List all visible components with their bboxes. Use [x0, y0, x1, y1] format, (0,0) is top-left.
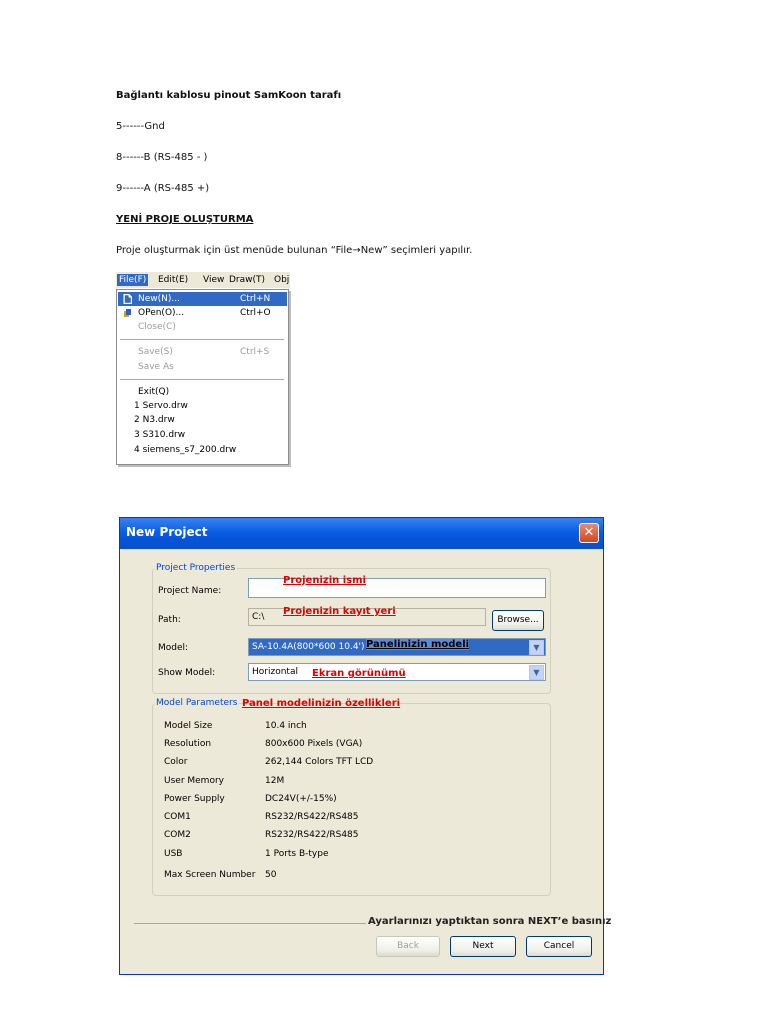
- instruction-text: Proje oluşturmak için üst menüde bulunan…: [116, 245, 473, 256]
- param-value: 50: [265, 870, 277, 880]
- pin-line: 8------B (RS-485 - ): [116, 152, 208, 163]
- annotation-path: Projenizin kayıt yeri: [283, 606, 396, 617]
- project-name-label: Project Name:: [158, 586, 222, 596]
- doc-heading: Bağlantı kablosu pinout SamKoon tarafı: [116, 90, 342, 101]
- menu-draw[interactable]: Draw(T): [229, 274, 265, 286]
- param-label: Color: [164, 757, 188, 767]
- menu-item-recent[interactable]: 4 siemens_s7_200.drw: [118, 443, 287, 457]
- menu-view[interactable]: View: [203, 274, 224, 286]
- browse-button[interactable]: Browse...: [492, 610, 544, 631]
- menu-item-recent[interactable]: 2 N3.drw: [118, 413, 287, 427]
- chevron-down-icon[interactable]: ▼: [529, 640, 544, 655]
- menu-item-recent[interactable]: 1 Servo.drw: [118, 399, 287, 413]
- param-label: Model Size: [164, 721, 213, 731]
- param-value: RS232/RS422/RS485: [265, 830, 359, 840]
- next-button[interactable]: Next: [450, 936, 516, 957]
- new-file-icon: [123, 294, 132, 304]
- show-model-value: Horizontal: [252, 667, 298, 677]
- param-label: COM1: [164, 812, 191, 822]
- param-value: 12M: [265, 776, 285, 786]
- file-menu-screenshot: File(F) Edit(E) View Draw(T) Obj New(N).…: [116, 272, 290, 465]
- param-value: 800x600 Pixels (VGA): [265, 739, 363, 749]
- param-label: Resolution: [164, 739, 212, 749]
- show-model-label: Show Model:: [158, 668, 216, 678]
- menu-obj[interactable]: Obj: [274, 274, 289, 286]
- open-folder-icon: [124, 309, 131, 317]
- param-value: 1 Ports B-type: [265, 849, 329, 859]
- divider: [134, 923, 366, 924]
- menu-item-open[interactable]: OPen(O)... Ctrl+O: [118, 306, 287, 320]
- param-value: DC24V(+/-15%): [265, 794, 337, 804]
- back-button: Back: [376, 936, 440, 957]
- menu-item-close: Close(C): [138, 322, 176, 332]
- menu-item-save: Save(S) Ctrl+S: [138, 347, 270, 357]
- file-dropdown: New(N)... Ctrl+N OPen(O)... Ctrl+O Close…: [116, 289, 289, 465]
- section-title: YENİ PROJE OLUŞTURMA: [116, 214, 254, 225]
- annotation-show-model: Ekran görünümü: [312, 668, 406, 679]
- menu-bar: File(F) Edit(E) View Draw(T) Obj: [116, 272, 290, 288]
- menu-item-exit[interactable]: Exit(Q): [118, 385, 287, 399]
- model-select-value: SA-10.4A(800*600 10.4'): [252, 642, 365, 652]
- param-label: COM2: [164, 830, 191, 840]
- close-icon[interactable]: ✕: [579, 523, 599, 543]
- param-value: 262,144 Colors TFT LCD: [265, 757, 374, 767]
- menu-edit[interactable]: Edit(E): [158, 274, 188, 286]
- param-label: Max Screen Number: [164, 870, 256, 880]
- param-label: User Memory: [164, 776, 224, 786]
- chevron-down-icon[interactable]: ▼: [529, 665, 544, 680]
- group-title: Project Properties: [154, 563, 238, 573]
- annotation-next-hint: Ayarlarınızı yaptıktan sonra NEXT’e bası…: [368, 916, 612, 927]
- new-project-dialog: New Project ✕ Project Properties Project…: [119, 517, 611, 975]
- group-title: Model Parameters: [154, 698, 240, 708]
- dialog-title: New Project: [126, 525, 208, 539]
- annotation-project-name: Projenizin ismi: [283, 575, 366, 586]
- param-label: Power Supply: [164, 794, 225, 804]
- model-label: Model:: [158, 643, 189, 653]
- annotation-parameters: Panel modelinizin özellikleri: [242, 698, 401, 709]
- dialog-titlebar: New Project ✕: [120, 518, 603, 549]
- menu-file[interactable]: File(F): [117, 274, 149, 286]
- menu-item-recent[interactable]: 3 S310.drw: [118, 428, 287, 442]
- menu-item-new[interactable]: New(N)... Ctrl+N: [118, 292, 287, 306]
- annotation-model: Panelinizin modeli: [366, 639, 470, 650]
- param-value: 10.4 inch: [265, 721, 307, 731]
- menu-separator: [120, 379, 284, 380]
- path-label: Path:: [158, 615, 181, 625]
- pin-line: 9------A (RS-485 +): [116, 183, 210, 194]
- menu-separator: [120, 339, 284, 340]
- pin-line: 5------Gnd: [116, 121, 165, 132]
- menu-item-save-as: Save As: [138, 362, 174, 372]
- param-label: USB: [164, 849, 183, 859]
- param-value: RS232/RS422/RS485: [265, 812, 359, 822]
- cancel-button[interactable]: Cancel: [526, 936, 592, 957]
